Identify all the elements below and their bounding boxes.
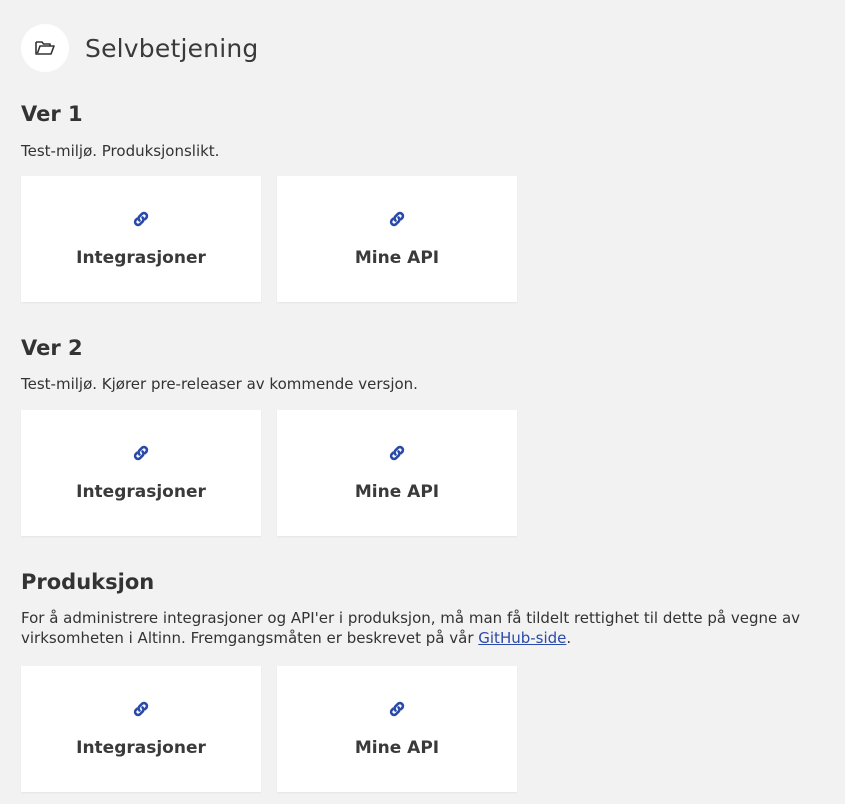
card-integrasjoner[interactable]: Integrasjoner [21,176,261,302]
link-icon [389,701,405,717]
description-text: For å administrere integrasjoner og API'… [21,609,801,647]
section-description: Test-miljø. Produksjonslikt. [21,142,220,160]
github-link[interactable]: GitHub-side [478,629,566,647]
link-icon [389,445,405,461]
description-suffix: . [566,629,572,647]
card-row: Integrasjoner Mine API [21,176,517,302]
link-icon [133,701,149,717]
page-header: Selvbetjening [21,17,258,80]
card-mine-api[interactable]: Mine API [277,410,517,536]
card-row: Integrasjoner Mine API [21,410,517,536]
card-integrasjoner[interactable]: Integrasjoner [21,666,261,792]
link-icon [133,211,149,227]
card-label: Integrasjoner [76,482,206,502]
section-ver-1: Ver 1 Test-miljø. Produksjonslikt. Integ… [21,100,821,302]
card-integrasjoner[interactable]: Integrasjoner [21,410,261,536]
card-label: Mine API [354,248,440,268]
card-row: Integrasjoner Mine API [21,666,517,792]
header-icon-circle [21,24,69,73]
section-produksjon: Produksjon For å administrere integrasjo… [21,568,821,792]
folder-open-icon [35,41,55,56]
card-mine-api[interactable]: Mine API [277,176,517,302]
card-label: Integrasjoner [76,738,206,758]
link-icon [133,445,149,461]
section-description: For å administrere integrasjoner og API'… [21,608,821,648]
card-label: Mine API [354,482,440,502]
card-label: Integrasjoner [76,248,206,268]
card-label: Mine API [354,738,440,758]
section-description: Test-miljø. Kjører pre-releaser av komme… [21,375,418,393]
section-ver-2: Ver 2 Test-miljø. Kjører pre-releaser av… [21,334,821,536]
page-title: Selvbetjening [85,33,259,63]
section-title: Ver 1 [21,102,83,126]
section-title: Ver 2 [21,336,83,360]
link-icon [389,211,405,227]
section-title: Produksjon [21,570,155,594]
card-mine-api[interactable]: Mine API [277,666,517,792]
